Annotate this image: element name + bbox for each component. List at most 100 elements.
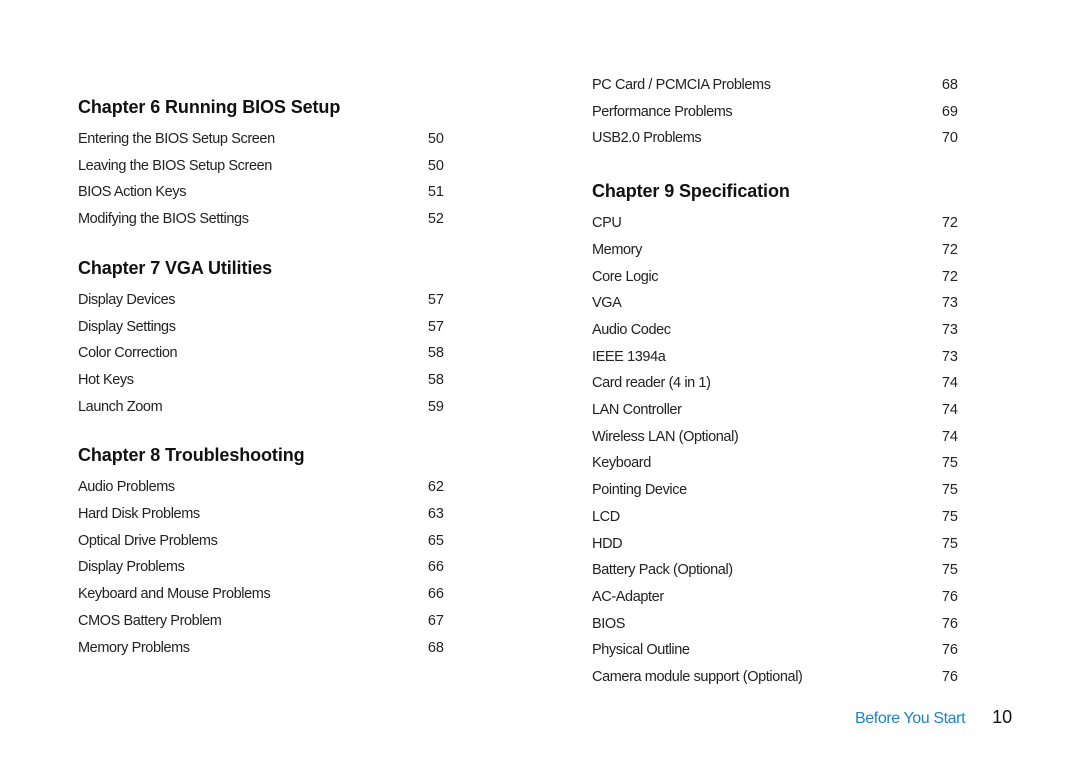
toc-entry-page: 75 [941,508,958,525]
toc-entry[interactable]: Audio Problems 62 [78,474,444,501]
toc-entry-page: 75 [941,562,958,579]
toc-entry[interactable]: Wireless LAN (Optional) 74 [592,424,958,451]
toc-entry-label: Display Problems [78,559,185,576]
toc-entry[interactable]: Battery Pack (Optional) 75 [592,557,958,584]
toc-entry[interactable]: Audio Codec 73 [592,317,958,344]
toc-entry[interactable]: CMOS Battery Problem 67 [78,608,444,635]
toc-entry[interactable]: Physical Outline 76 [592,637,958,664]
toc-entry-label: Keyboard [592,455,651,472]
footer-section-title: Before You Start [855,710,966,727]
toc-entry-page: 67 [427,612,444,629]
toc-entry-page: 58 [427,345,444,362]
toc-entry-label: VGA [592,295,622,312]
toc-entry-label: Entering the BIOS Setup Screen [78,131,275,147]
toc-entry-label: Physical Outline [592,642,690,659]
toc-entry[interactable]: BIOS 76 [592,611,958,638]
toc-entry-label: AC-Adapter [592,588,664,605]
toc-entry-page: 68 [427,639,444,656]
toc-entry-page: 76 [941,588,958,605]
toc-entry-label: Audio Problems [78,479,175,496]
toc-entry-label: BIOS [592,615,626,632]
toc-entry[interactable]: Optical Drive Problems 65 [78,528,444,555]
toc-entry[interactable]: IEEE 1394a 73 [592,344,958,371]
toc-entry-page: 66 [427,559,444,576]
toc-entry[interactable]: BIOS Action Keys 51 [78,179,444,206]
toc-entry[interactable]: AC-Adapter 76 [592,584,958,611]
toc-entry-label: Optical Drive Problems [78,532,218,549]
toc-entry-label: BIOS Action Keys [78,184,187,201]
toc-entry[interactable]: Entering the BIOS Setup Screen 50 [78,126,444,153]
toc-entry-page: 74 [941,402,958,419]
chapter-title: Chapter 7 VGA Utilities [78,257,273,278]
toc-entry-label: Leaving the BIOS Setup Screen [78,157,272,174]
toc-entry[interactable]: HDD 75 [592,531,958,558]
toc-entry-page: 73 [941,295,958,312]
toc-entry-page: 58 [427,371,444,388]
toc-entry[interactable]: Card reader (4 in 1) 74 [592,370,958,397]
toc-entry-page: 72 [941,241,958,258]
toc-entry-page: 57 [427,318,444,335]
toc-entry[interactable]: Display Problems 66 [78,554,444,581]
toc-entry[interactable]: Hot Keys 58 [78,367,444,394]
toc-entry-label: LAN Controller [592,402,682,419]
toc-entry-page: 62 [427,479,444,496]
toc-entry[interactable]: Core Logic 72 [592,264,958,291]
chapter-title: Chapter 8 Troubleshooting [78,445,305,466]
toc-entry-label: Wireless LAN (Optional) [592,428,739,445]
toc-entry-page: 73 [941,321,958,338]
toc-entry-page: 66 [427,586,444,603]
toc-entry[interactable]: Leaving the BIOS Setup Screen 50 [78,153,444,180]
toc-entry[interactable]: PC Card / PCMCIA Problems 68 [592,72,958,99]
toc-entry-label: Pointing Device [592,482,687,499]
toc-entry[interactable]: Launch Zoom 59 [78,394,444,421]
toc-entry[interactable]: VGA 73 [592,290,958,317]
toc-entry-page: 75 [941,535,958,552]
continued-entries: PC Card / PCMCIA Problems 68 Performance P… [592,72,958,152]
toc-entry[interactable]: LCD 75 [592,504,958,531]
chapter-section: Chapter 8 Troubleshooting Audio Problems 6… [78,442,444,661]
chapter-section: Chapter 6 Running BIOS Setup Entering the… [78,94,444,233]
chapter-section: Chapter 7 VGA Utilities Display Devices 57… [78,255,444,421]
toc-entry-page: 59 [427,398,444,415]
toc-entry[interactable]: Keyboard and Mouse Problems 66 [78,581,444,608]
toc-entry-label: USB2.0 Problems [592,130,702,147]
toc-entry-label: CPU [592,215,622,232]
toc-entry[interactable]: Hard Disk Problems 63 [78,501,444,528]
toc-entry-page: 57 [427,291,444,308]
toc-entry-page: 52 [427,211,444,228]
toc-entry[interactable]: Camera module support (Optional) 76 [592,664,958,691]
toc-entry-page: 75 [941,455,958,472]
toc-left-column: Chapter 6 Running BIOS Setup Entering the… [78,94,444,661]
toc-entry-label: Launch Zoom [78,398,163,415]
toc-entry-label: Camera module support (Optional) [592,669,803,686]
toc-entry[interactable]: Keyboard 75 [592,450,958,477]
toc-entry-page: 63 [427,506,444,523]
toc-entry[interactable]: USB2.0 Problems 70 [592,125,958,152]
toc-entry-page: 72 [941,268,958,285]
toc-entry[interactable]: Pointing Device 75 [592,477,958,504]
toc-entry-label: Keyboard and Mouse Problems [78,586,271,603]
toc-entry[interactable]: Memory Problems 68 [78,635,444,662]
toc-entry-page: 50 [427,131,444,147]
toc-entry-label: Display Settings [78,318,176,335]
toc-entry-page: 73 [941,348,958,365]
chapter-9: Chapter 9 Specification CPU 72 Memory 72 Cor… [592,178,958,691]
toc-entry-label: Memory Problems [78,639,190,656]
toc-entry[interactable]: CPU 72 [592,210,958,237]
chapter-title: Chapter 9 Specification [592,181,790,202]
toc-entry[interactable]: Color Correction 58 [78,340,444,367]
toc-entry-page: 68 [941,77,958,93]
toc-entry-page: 51 [427,184,444,201]
toc-entry[interactable]: Modifying the BIOS Settings 52 [78,206,444,233]
toc-entry-label: Display Devices [78,291,176,308]
chapter-title: Chapter 6 Running BIOS Setup [78,97,341,117]
toc-entry[interactable]: Performance Problems 69 [592,99,958,126]
toc-entry[interactable]: Memory 72 [592,237,958,264]
toc-entry-page: 70 [941,130,958,147]
toc-entry[interactable]: Display Devices 57 [78,287,444,314]
toc-entry-page: 72 [941,215,958,232]
toc-entry-label: Performance Problems [592,103,733,120]
toc-entry[interactable]: LAN Controller 74 [592,397,958,424]
toc-entry[interactable]: Display Settings 57 [78,314,444,341]
